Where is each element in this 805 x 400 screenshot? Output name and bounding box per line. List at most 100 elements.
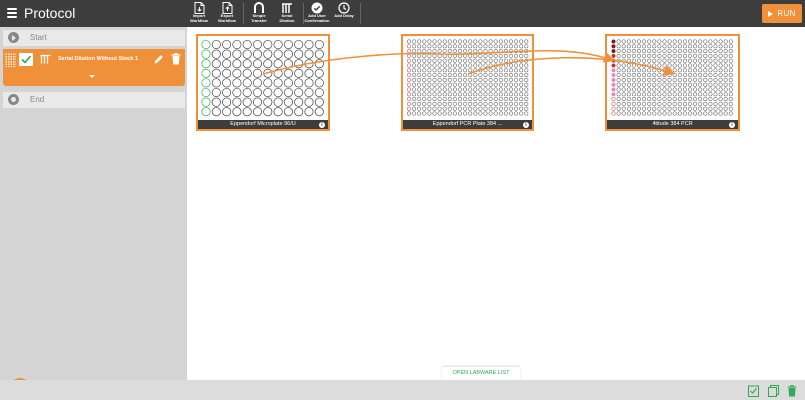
- well[interactable]: [447, 73, 452, 78]
- well[interactable]: [442, 111, 447, 116]
- well[interactable]: [687, 49, 693, 54]
- well[interactable]: [242, 39, 252, 50]
- well[interactable]: [662, 44, 667, 49]
- well[interactable]: [473, 77, 478, 82]
- well[interactable]: [672, 63, 677, 68]
- well[interactable]: [478, 77, 483, 82]
- well[interactable]: [657, 92, 662, 97]
- well[interactable]: [442, 73, 447, 78]
- well[interactable]: [242, 49, 252, 59]
- well[interactable]: [437, 63, 442, 68]
- well[interactable]: [682, 77, 687, 82]
- well[interactable]: [427, 106, 432, 111]
- well[interactable]: [519, 101, 524, 106]
- well[interactable]: [463, 97, 468, 102]
- well[interactable]: [222, 39, 232, 50]
- well[interactable]: [422, 101, 427, 106]
- well[interactable]: [422, 39, 427, 44]
- well[interactable]: [611, 92, 616, 97]
- well[interactable]: [662, 106, 667, 111]
- well[interactable]: [682, 97, 687, 102]
- well[interactable]: [263, 39, 273, 50]
- well[interactable]: [728, 111, 733, 116]
- well[interactable]: [498, 92, 503, 97]
- well[interactable]: [232, 87, 242, 98]
- well[interactable]: [519, 87, 524, 92]
- well[interactable]: [498, 77, 503, 82]
- well[interactable]: [713, 111, 718, 116]
- well[interactable]: [442, 68, 447, 73]
- well[interactable]: [422, 58, 427, 63]
- info-icon[interactable]: i: [319, 121, 325, 128]
- hamburger-menu-icon[interactable]: [7, 8, 17, 18]
- well[interactable]: [631, 68, 636, 73]
- well[interactable]: [437, 44, 442, 49]
- well[interactable]: [211, 49, 221, 59]
- well[interactable]: [304, 97, 314, 107]
- well[interactable]: [631, 106, 636, 111]
- step-serial-dilution[interactable]: Serial Dilution Without Stock 1: [3, 49, 185, 86]
- well[interactable]: [273, 39, 283, 50]
- well[interactable]: [468, 63, 473, 68]
- well[interactable]: [631, 77, 636, 82]
- well[interactable]: [463, 53, 468, 58]
- well[interactable]: [468, 44, 473, 49]
- well[interactable]: [417, 101, 422, 106]
- well[interactable]: [232, 97, 242, 107]
- well[interactable]: [478, 101, 483, 106]
- well[interactable]: [508, 39, 514, 44]
- well[interactable]: [621, 44, 626, 49]
- well[interactable]: [718, 77, 723, 82]
- well[interactable]: [503, 82, 508, 87]
- delete-icon[interactable]: [787, 385, 797, 397]
- well[interactable]: [713, 92, 718, 97]
- well[interactable]: [417, 44, 422, 49]
- well[interactable]: [647, 92, 652, 97]
- well[interactable]: [718, 44, 723, 49]
- well[interactable]: [708, 82, 713, 87]
- well[interactable]: [437, 53, 442, 58]
- well[interactable]: [478, 39, 483, 44]
- well[interactable]: [488, 101, 493, 106]
- well[interactable]: [703, 49, 708, 54]
- well[interactable]: [263, 97, 273, 107]
- well[interactable]: [473, 53, 478, 58]
- well[interactable]: [412, 44, 417, 49]
- labware-eppendorf-pcr-plate-384[interactable]: Eppendorf PCR Plate 384 ... i: [401, 34, 534, 131]
- well[interactable]: [412, 58, 417, 63]
- well[interactable]: [524, 87, 529, 92]
- well[interactable]: [432, 92, 437, 97]
- well[interactable]: [524, 39, 529, 44]
- well[interactable]: [412, 106, 417, 111]
- well[interactable]: [498, 82, 503, 87]
- well[interactable]: [422, 82, 427, 87]
- well[interactable]: [314, 107, 324, 117]
- well[interactable]: [252, 97, 263, 107]
- well[interactable]: [503, 44, 508, 49]
- well[interactable]: [662, 87, 667, 92]
- well[interactable]: [406, 39, 412, 44]
- well[interactable]: [273, 87, 283, 98]
- well[interactable]: [437, 39, 442, 44]
- well[interactable]: [703, 111, 708, 116]
- well[interactable]: [478, 53, 483, 58]
- well[interactable]: [503, 87, 508, 92]
- well[interactable]: [417, 63, 422, 68]
- well[interactable]: [657, 63, 662, 68]
- trash-icon[interactable]: [171, 53, 181, 65]
- well[interactable]: [412, 101, 417, 106]
- well[interactable]: [447, 53, 452, 58]
- well[interactable]: [493, 63, 498, 68]
- well[interactable]: [611, 106, 616, 111]
- well[interactable]: [667, 68, 672, 73]
- well[interactable]: [667, 106, 672, 111]
- well[interactable]: [211, 78, 221, 88]
- well[interactable]: [703, 53, 708, 58]
- well[interactable]: [682, 87, 687, 92]
- well[interactable]: [473, 106, 478, 111]
- well[interactable]: [728, 68, 733, 73]
- well[interactable]: [452, 73, 457, 78]
- well[interactable]: [473, 63, 478, 68]
- well[interactable]: [698, 68, 703, 73]
- well[interactable]: [677, 77, 682, 82]
